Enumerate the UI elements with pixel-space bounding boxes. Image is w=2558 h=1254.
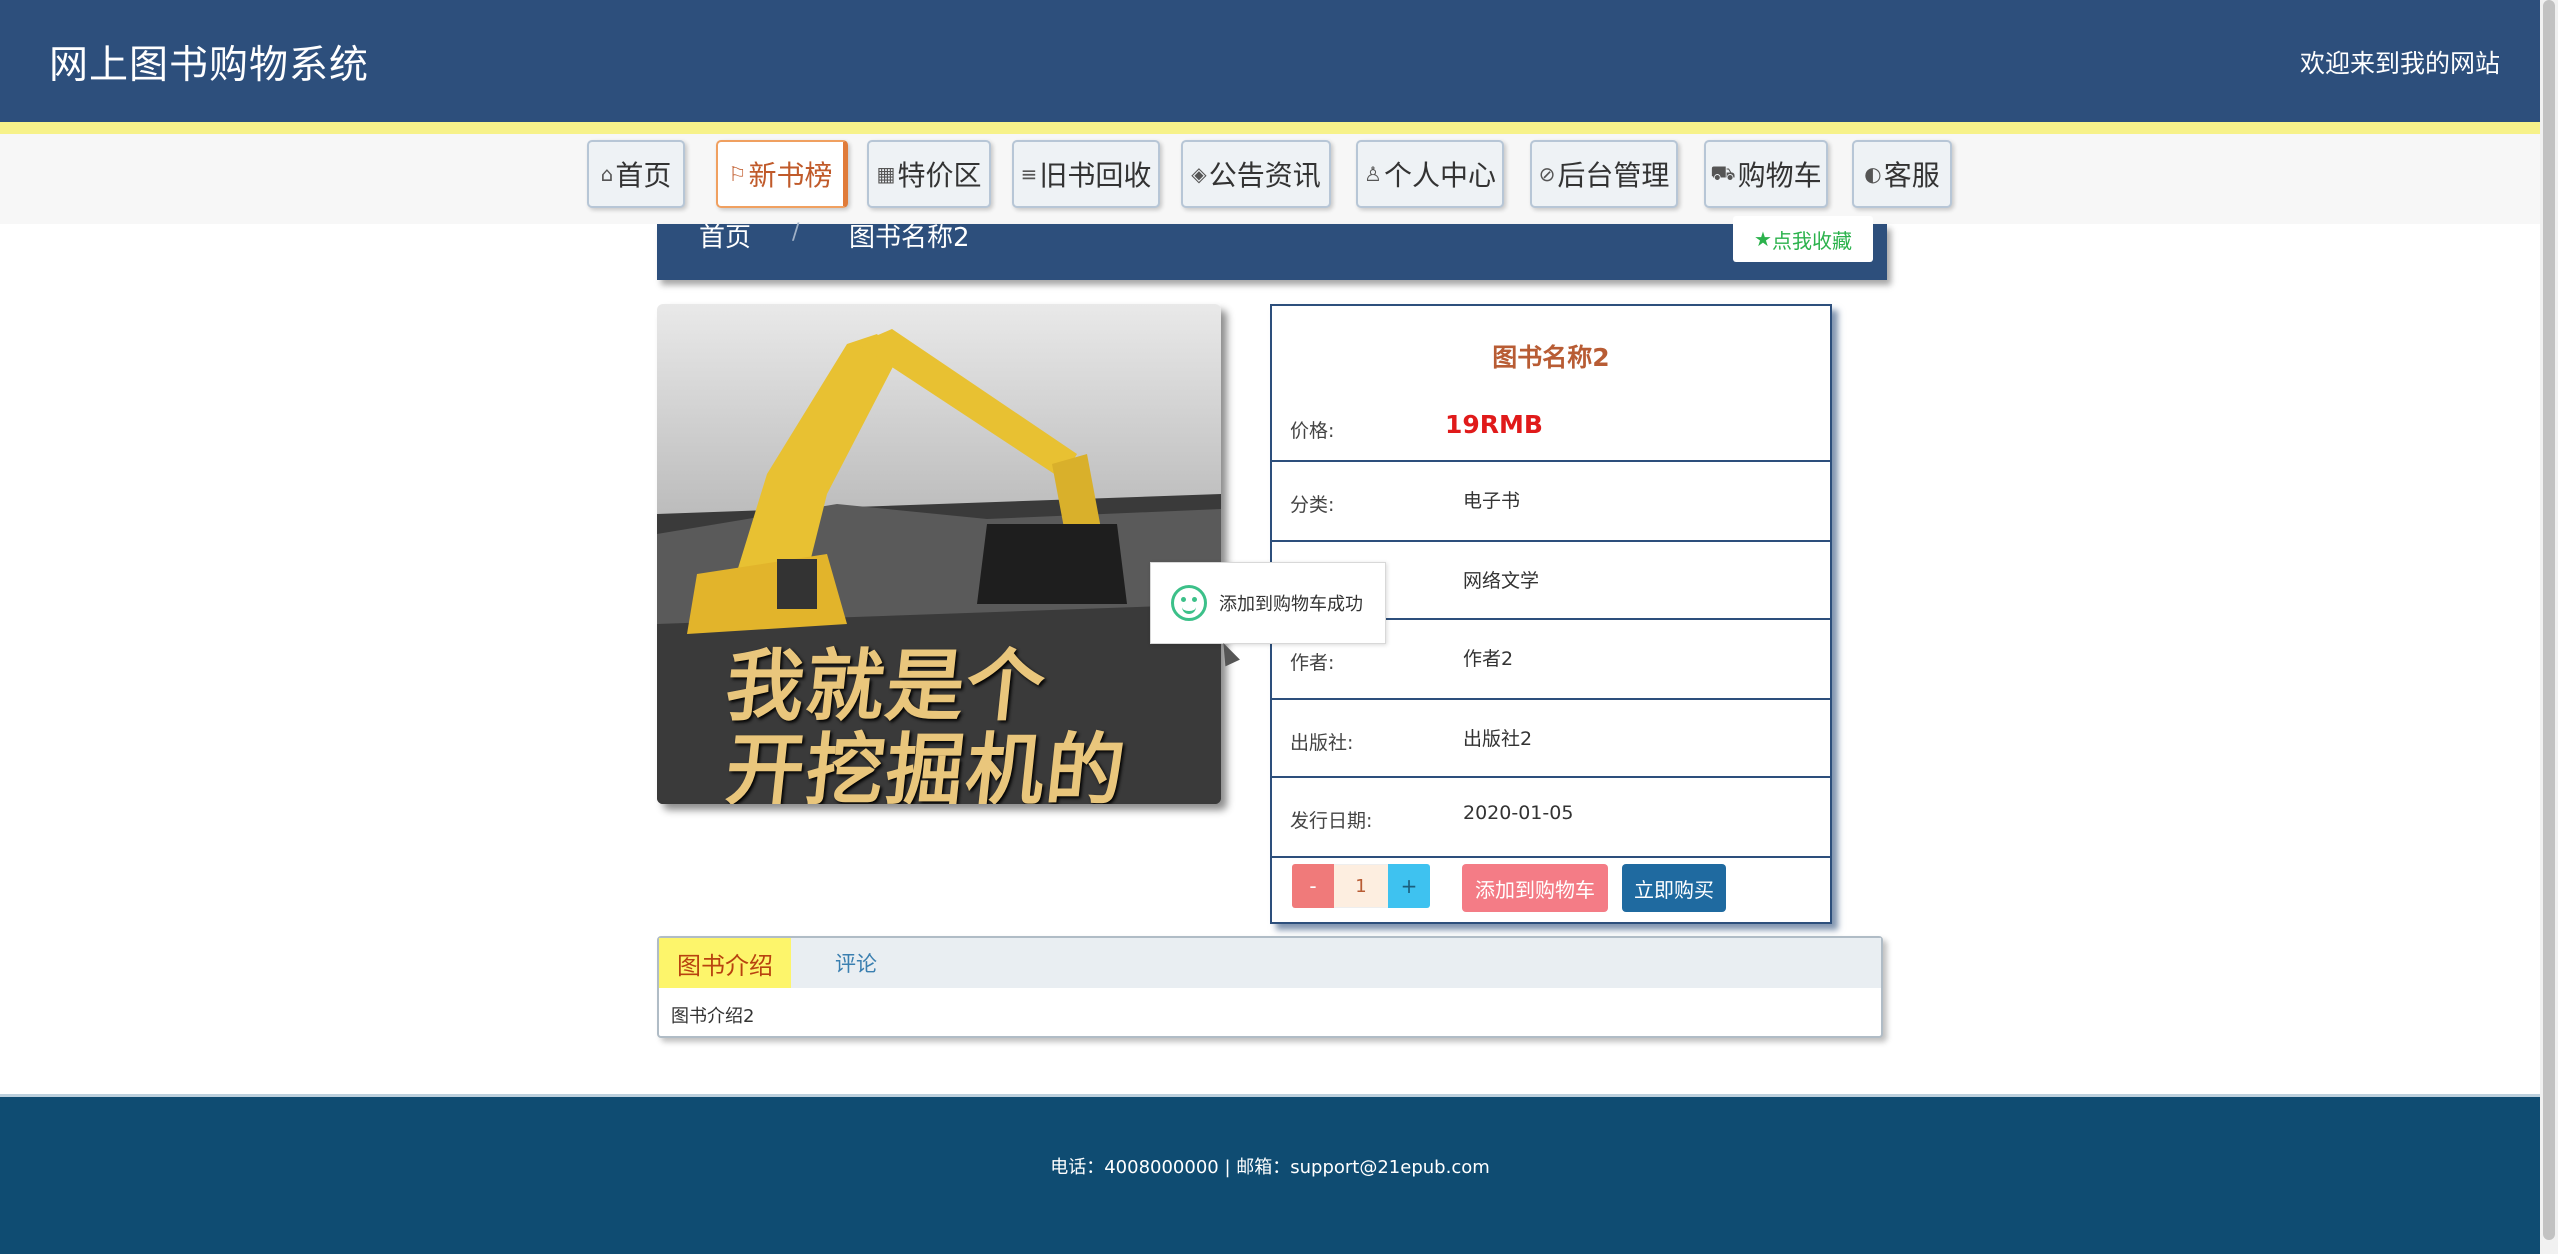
chat-icon: ◐ xyxy=(1864,162,1882,186)
star-icon: ★ xyxy=(1754,227,1772,251)
home-icon: ⌂ xyxy=(600,162,614,186)
price-label: 价格: xyxy=(1290,420,1335,442)
link-icon: ⊘ xyxy=(1538,162,1556,186)
nav-personal-center[interactable]: ♙ 个人中心 xyxy=(1356,140,1504,208)
nav-special-offers[interactable]: ▦ 特价区 xyxy=(867,140,991,208)
nav-customer-service-label: 客服 xyxy=(1883,159,1940,192)
release-date-value: 2020-01-05 xyxy=(1463,802,1574,824)
nav-home-label: 首页 xyxy=(615,159,672,192)
quantity-increase-button[interactable]: + xyxy=(1388,864,1430,908)
favorite-button-label: 点我收藏 xyxy=(1771,228,1852,253)
price-value: 19RMB xyxy=(1445,410,1543,439)
nav-admin-label: 后台管理 xyxy=(1557,159,1670,192)
nav-used-book-recycling-label: 旧书回收 xyxy=(1039,159,1152,192)
release-date-label: 发行日期: xyxy=(1290,810,1373,832)
nav-home[interactable]: ⌂ 首页 xyxy=(587,140,685,208)
nav-announcements[interactable]: ◈ 公告资讯 xyxy=(1181,140,1331,208)
layers-icon: ◈ xyxy=(1191,162,1207,186)
nav-cart[interactable]: ⛟ 购物车 xyxy=(1704,140,1828,208)
cart-icon: ⛟ xyxy=(1710,160,1736,185)
header-accent-strip xyxy=(0,122,2540,134)
tab-bar: 图书介绍 评论 xyxy=(659,938,1881,988)
genre-value: 网络文学 xyxy=(1463,570,1540,592)
sliders-icon: ≡ xyxy=(1020,162,1038,186)
nav-used-book-recycling[interactable]: ≡ 旧书回收 xyxy=(1012,140,1160,208)
tab-content-text: 图书介绍2 xyxy=(671,1006,755,1027)
nav-cart-label: 购物车 xyxy=(1737,159,1822,192)
flag-icon: ⚐ xyxy=(728,162,747,186)
add-to-cart-button[interactable]: 添加到购物车 xyxy=(1462,864,1608,912)
nav-customer-service[interactable]: ◐ 客服 xyxy=(1852,140,1952,208)
footer: 电话：4008000000 | 邮箱：support@21epub.com xyxy=(0,1094,2540,1254)
smile-icon xyxy=(1171,585,1207,621)
user-icon: ♙ xyxy=(1364,162,1382,186)
breadcrumb-current: 图书名称2 xyxy=(849,223,970,253)
nav-admin[interactable]: ⊘ 后台管理 xyxy=(1530,140,1678,208)
book-cover-image: 我就是个 开挖掘机的 xyxy=(657,304,1221,804)
scrollbar-thumb[interactable] xyxy=(2543,0,2555,1240)
category-label: 分类: xyxy=(1290,494,1335,516)
author-value: 作者2 xyxy=(1463,648,1514,670)
page-scrollbar[interactable] xyxy=(2540,0,2558,1254)
breadcrumb: 首页 / 图书名称2 ★ 点我收藏 xyxy=(657,216,1887,280)
quantity-decrease-button[interactable]: - xyxy=(1292,864,1334,908)
quantity-input[interactable]: 1 xyxy=(1334,864,1388,908)
grid-icon: ▦ xyxy=(876,162,896,186)
nav-special-offers-label: 特价区 xyxy=(897,159,982,192)
welcome-text: 欢迎来到我的网站 xyxy=(2299,49,2500,78)
publisher-label: 出版社: xyxy=(1290,732,1354,754)
category-value: 电子书 xyxy=(1463,490,1521,512)
top-header: 网上图书购物系统 欢迎来到我的网站 xyxy=(0,0,2540,134)
nav-new-books[interactable]: ⚐ 新书榜 xyxy=(716,140,848,208)
nav-announcements-label: 公告资讯 xyxy=(1208,159,1321,192)
footer-contact: 电话：4008000000 | 邮箱：support@21epub.com xyxy=(1050,1157,1490,1178)
breadcrumb-separator: / xyxy=(792,220,800,245)
tab-book-intro[interactable]: 图书介绍 xyxy=(659,938,791,988)
cover-title-line-2: 开挖掘机的 xyxy=(721,726,1132,804)
success-toast: 添加到购物车成功 xyxy=(1150,562,1386,644)
author-label: 作者: xyxy=(1290,652,1335,674)
buy-now-button[interactable]: 立即购买 xyxy=(1622,864,1726,912)
release-date-row: 发行日期: 2020-01-05 xyxy=(1272,778,1830,858)
breadcrumb-home-link[interactable]: 首页 xyxy=(699,217,751,254)
price-row: 价格: 19RMB xyxy=(1272,366,1830,462)
site-title: 网上图书购物系统 xyxy=(49,43,370,88)
category-row: 分类: 电子书 xyxy=(1272,462,1830,542)
toast-message: 添加到购物车成功 xyxy=(1219,594,1363,615)
publisher-value: 出版社2 xyxy=(1463,728,1533,750)
nav-new-books-label: 新书榜 xyxy=(748,159,833,192)
favorite-button[interactable]: ★ 点我收藏 xyxy=(1733,216,1873,262)
nav-personal-center-label: 个人中心 xyxy=(1383,159,1496,192)
publisher-row: 出版社: 出版社2 xyxy=(1272,700,1830,778)
book-detail-tabs: 图书介绍 评论 图书介绍2 xyxy=(657,936,1883,1038)
main-nav: ⌂ 首页 ⚐ 新书榜 ▦ 特价区 ≡ 旧书回收 ◈ 公告资讯 ♙ 个人中心 ⊘ 后台管理 ⛟ 购… xyxy=(0,134,2540,224)
tab-comments[interactable]: 评论 xyxy=(835,938,877,988)
